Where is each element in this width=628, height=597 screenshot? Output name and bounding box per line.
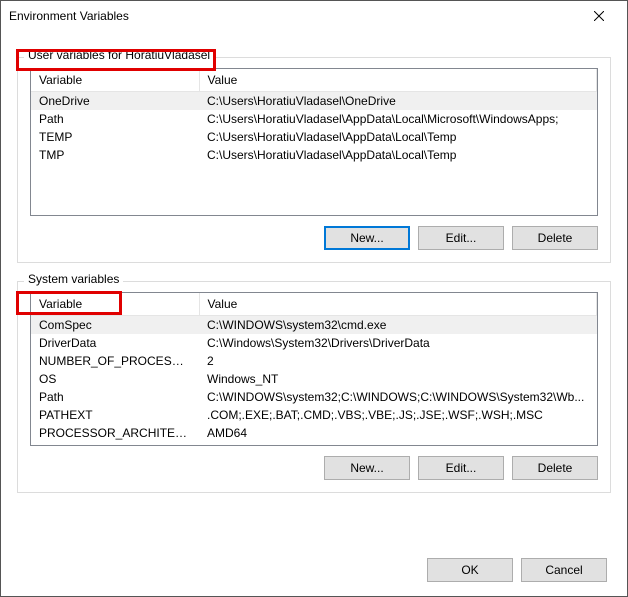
system-variables-group: System variables Variable Value ComSpecC… [17,281,611,493]
user-new-button[interactable]: New... [324,226,410,250]
table-row[interactable]: PathC:\Users\HoratiuVladasel\AppData\Loc… [31,110,597,128]
table-row[interactable]: PathC:\WINDOWS\system32;C:\WINDOWS;C:\WI… [31,388,597,406]
title-bar: Environment Variables [1,1,627,31]
column-header-variable[interactable]: Variable [31,69,199,92]
user-group-label: User variables for HoratiuVladasel [24,48,214,62]
table-row[interactable]: NUMBER_OF_PROCESSORS2 [31,352,597,370]
table-row[interactable]: TMPC:\Users\HoratiuVladasel\AppData\Loca… [31,146,597,164]
cancel-button[interactable]: Cancel [521,558,607,582]
close-icon [594,11,604,21]
table-row[interactable]: PROCESSOR_ARCHITECTUREAMD64 [31,424,597,442]
column-header-value[interactable]: Value [199,293,597,316]
system-delete-button[interactable]: Delete [512,456,598,480]
table-row[interactable]: PATHEXT.COM;.EXE;.BAT;.CMD;.VBS;.VBE;.JS… [31,406,597,424]
table-row[interactable]: DriverDataC:\Windows\System32\Drivers\Dr… [31,334,597,352]
close-button[interactable] [579,2,619,30]
user-variables-group: User variables for HoratiuVladasel Varia… [17,57,611,263]
table-row[interactable]: OSWindows_NT [31,370,597,388]
table-row[interactable]: ComSpecC:\WINDOWS\system32\cmd.exe [31,316,597,335]
system-variables-table[interactable]: Variable Value ComSpecC:\WINDOWS\system3… [30,292,598,446]
user-edit-button[interactable]: Edit... [418,226,504,250]
user-delete-button[interactable]: Delete [512,226,598,250]
system-new-button[interactable]: New... [324,456,410,480]
table-row[interactable]: OneDriveC:\Users\HoratiuVladasel\OneDriv… [31,92,597,111]
window-title: Environment Variables [9,9,579,23]
column-header-value[interactable]: Value [199,69,597,92]
ok-button[interactable]: OK [427,558,513,582]
column-header-variable[interactable]: Variable [31,293,199,316]
system-edit-button[interactable]: Edit... [418,456,504,480]
table-row[interactable]: TEMPC:\Users\HoratiuVladasel\AppData\Loc… [31,128,597,146]
user-variables-table[interactable]: Variable Value OneDriveC:\Users\HoratiuV… [30,68,598,216]
system-group-label: System variables [24,272,123,286]
